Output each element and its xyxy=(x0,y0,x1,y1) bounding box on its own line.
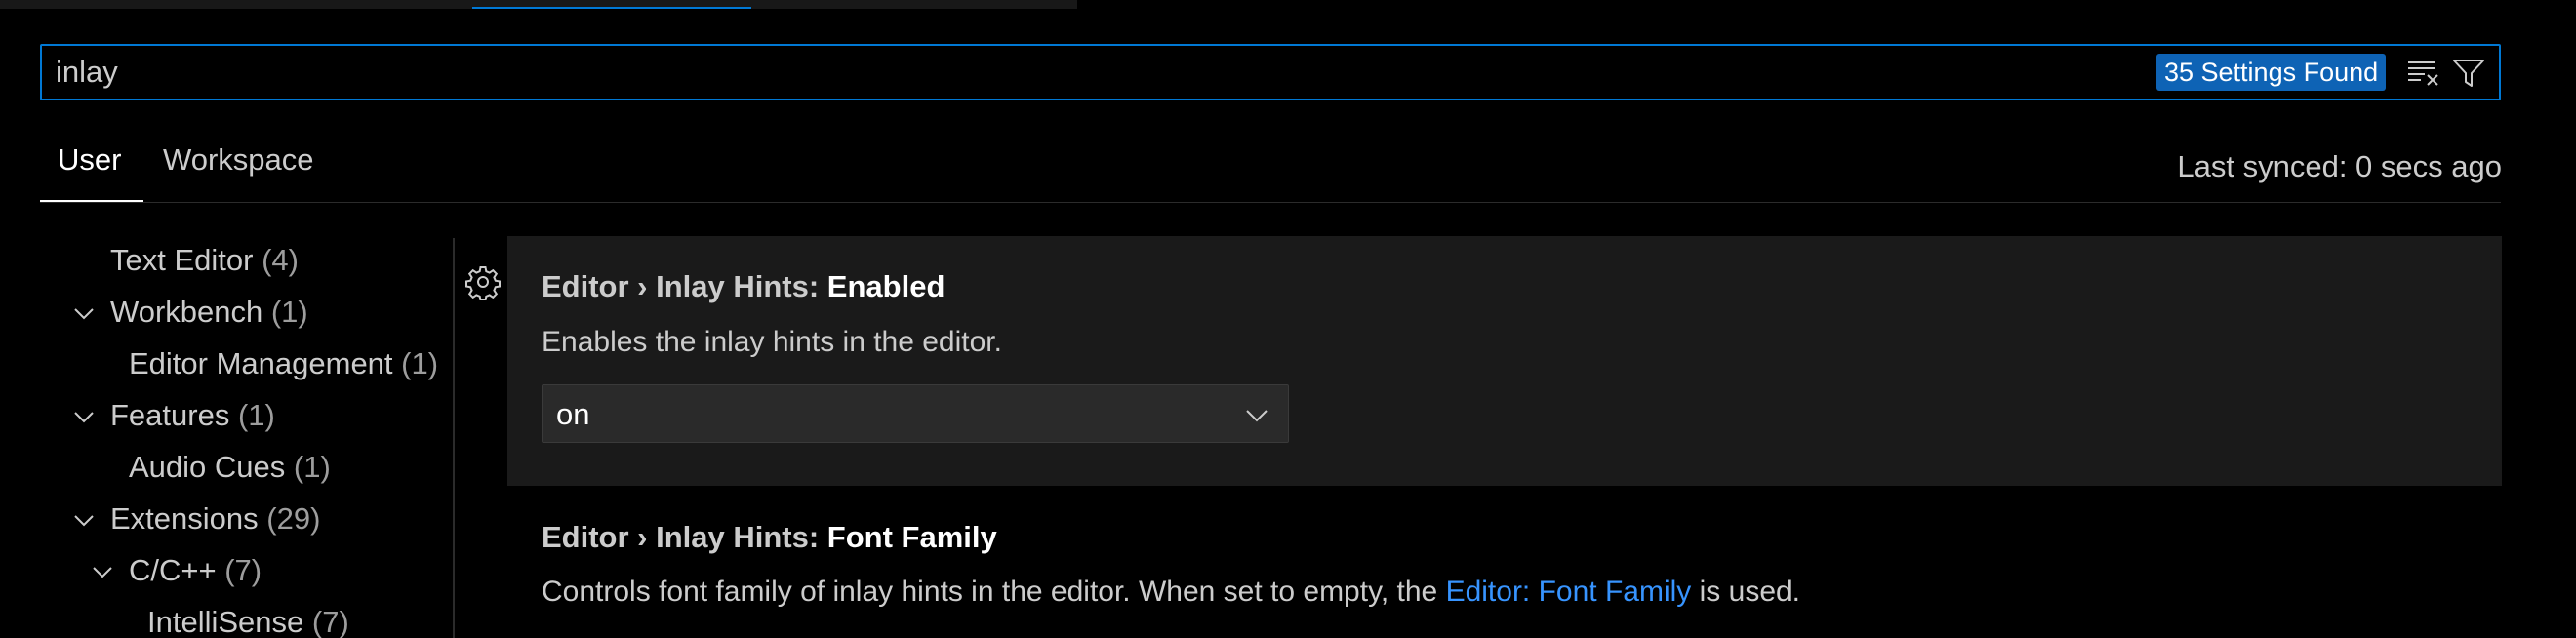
chevron-down-icon[interactable] xyxy=(71,300,97,326)
sync-status: Last synced: 0 secs ago xyxy=(2177,149,2502,183)
toc-item-count: (7) xyxy=(224,553,262,587)
chevron-down-icon[interactable] xyxy=(71,507,97,533)
toc-item-workbench[interactable]: Workbench (1) xyxy=(110,295,308,330)
select-value: on xyxy=(556,397,590,431)
toc-item-label: IntelliSense xyxy=(147,605,304,638)
toc-item-label: Text Editor xyxy=(110,243,254,277)
setting-description: Enables the inlay hints in the editor. xyxy=(542,326,1002,358)
toc-item-label: C/C++ xyxy=(129,553,217,587)
toc-item-label: Audio Cues xyxy=(129,450,286,484)
search-input[interactable] xyxy=(56,55,2144,90)
settings-toc: Text Editor (4) Workbench (1) Editor Man… xyxy=(0,238,455,638)
clear-filter-icon[interactable] xyxy=(2407,58,2440,87)
toc-item-cpp[interactable]: C/C++ (7) xyxy=(129,553,262,588)
tabs-divider xyxy=(40,202,2501,203)
toc-item-audio-cues[interactable]: Audio Cues (1) xyxy=(129,450,331,485)
active-tab-indicator xyxy=(472,7,751,9)
toc-item-label: Extensions xyxy=(110,501,259,536)
setting-description: Controls font family of inlay hints in t… xyxy=(542,576,1800,609)
settings-search-box[interactable]: 35 Settings Found xyxy=(40,44,2501,100)
toc-item-label: Editor Management xyxy=(129,346,393,380)
description-text: is used. xyxy=(1691,576,1801,608)
toc-item-label: Workbench xyxy=(110,295,263,329)
toc-item-count: (29) xyxy=(266,501,321,536)
filter-icon[interactable] xyxy=(2452,58,2485,89)
toc-item-count: (1) xyxy=(237,398,275,432)
toc-item-count: (7) xyxy=(311,605,349,638)
toc-item-count: (1) xyxy=(270,295,308,329)
toc-item-editor-management[interactable]: Editor Management (1) xyxy=(129,346,438,381)
setting-category: Editor › Inlay Hints: xyxy=(542,520,827,554)
setting-title-inlay-hints-enabled: Editor › Inlay Hints: Enabled xyxy=(542,269,945,304)
toc-item-label: Features xyxy=(110,398,230,432)
chevron-down-icon[interactable] xyxy=(90,559,115,584)
toc-item-features[interactable]: Features (1) xyxy=(110,398,275,433)
inlay-hints-enabled-select[interactable]: on xyxy=(542,384,1289,443)
setting-name: Enabled xyxy=(826,269,946,303)
tab-workspace[interactable]: Workspace xyxy=(163,142,314,178)
setting-category: Editor › Inlay Hints: xyxy=(542,269,827,303)
setting-name: Font Family xyxy=(826,520,997,554)
toc-item-intellisense[interactable]: IntelliSense (7) xyxy=(147,605,349,638)
editor-font-family-link[interactable]: Editor: Font Family xyxy=(1446,576,1692,608)
toc-item-text-editor[interactable]: Text Editor (4) xyxy=(110,243,299,278)
setting-title-inlay-hints-font-family: Editor › Inlay Hints: Font Family xyxy=(542,520,997,555)
tab-user[interactable]: User xyxy=(58,142,121,178)
editor-tab-strip xyxy=(0,0,1077,9)
toc-divider xyxy=(453,238,455,638)
toc-item-count: (4) xyxy=(262,243,299,277)
toc-item-extensions[interactable]: Extensions (29) xyxy=(110,501,320,537)
results-count-badge: 35 Settings Found xyxy=(2156,54,2387,91)
toc-item-count: (1) xyxy=(401,346,439,380)
chevron-down-icon xyxy=(1246,410,1268,422)
gear-icon[interactable] xyxy=(464,263,502,300)
description-text: Controls font family of inlay hints in t… xyxy=(542,576,1446,608)
chevron-down-icon[interactable] xyxy=(71,404,97,429)
toc-item-count: (1) xyxy=(293,450,331,484)
